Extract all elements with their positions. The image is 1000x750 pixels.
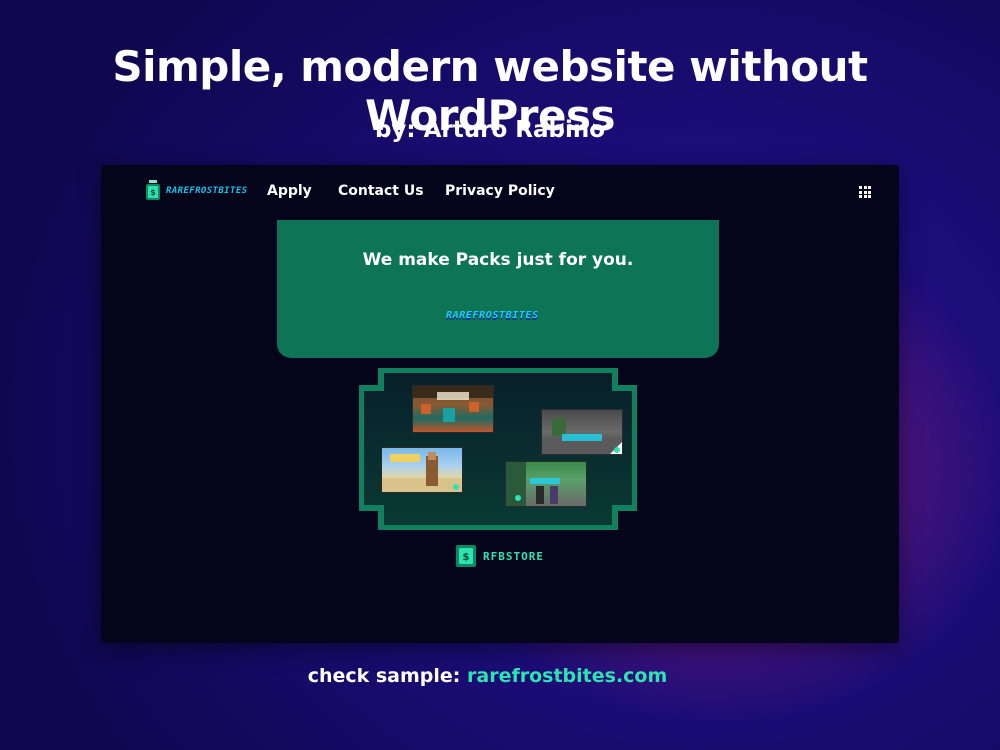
svg-text:$: $	[463, 552, 470, 563]
nav-link-privacy-policy[interactable]: Privacy Policy	[445, 183, 555, 199]
pack-thumbnail[interactable]	[505, 461, 587, 507]
hero-logo: RAREFROSTBITES	[446, 310, 539, 321]
site-navbar: $ RAREFROSTBITES Apply Contact Us Privac…	[101, 165, 899, 219]
pack-art	[542, 418, 622, 454]
emerald-store-icon: $	[456, 545, 476, 567]
pack-art	[382, 452, 462, 492]
pack-art	[413, 386, 493, 422]
hero-title: We make Packs just for you.	[362, 250, 634, 270]
hero-banner: We make Packs just for you. RAREFROSTBIT…	[277, 220, 719, 358]
pack-thumbnail[interactable]	[381, 447, 463, 493]
site-logo[interactable]: $ RAREFROSTBITES	[144, 180, 248, 204]
footer-prefix: check sample:	[307, 665, 461, 687]
site-logo-text: RAREFROSTBITES	[166, 186, 248, 196]
store-badge-text: RFBSTORE	[483, 550, 544, 563]
nav-link-apply[interactable]: Apply	[267, 183, 312, 199]
website-screenshot: $ RAREFROSTBITES Apply Contact Us Privac…	[101, 165, 899, 643]
sample-site-link[interactable]: rarefrostbites.com	[467, 665, 667, 687]
apps-grid-icon[interactable]	[859, 186, 871, 198]
pack-thumbnail[interactable]	[412, 385, 494, 433]
store-badge[interactable]: $ RFBSTORE	[455, 543, 545, 571]
footer-line: check sample: rarefrostbites.com	[0, 665, 975, 687]
pack-art	[506, 462, 560, 506]
emerald-logo-icon: $	[146, 180, 160, 200]
nav-link-contact-us[interactable]: Contact Us	[338, 183, 424, 199]
pack-thumbnail[interactable]	[541, 409, 623, 455]
byline: by: Arturo Rabino	[374, 117, 606, 143]
svg-text:$: $	[150, 188, 156, 197]
